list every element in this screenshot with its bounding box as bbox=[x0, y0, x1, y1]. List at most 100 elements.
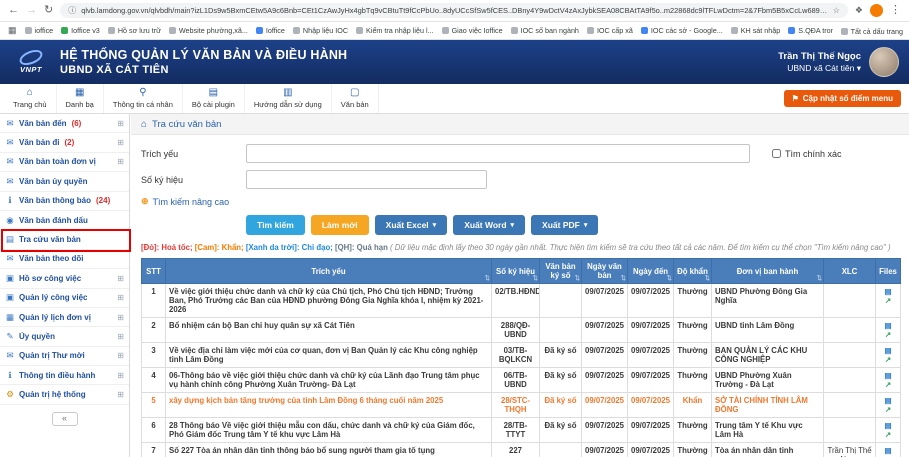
expand-icon[interactable]: ⊞ bbox=[117, 313, 124, 322]
reset-button[interactable]: Làm mới bbox=[311, 215, 369, 235]
expand-icon[interactable]: ⊞ bbox=[117, 332, 124, 341]
bookmark-item[interactable]: Ioffice v3 bbox=[61, 26, 100, 35]
expand-icon[interactable]: ⊞ bbox=[117, 351, 124, 360]
col-don-vi-ban-hanh[interactable]: Đơn vị ban hành⇅ bbox=[712, 259, 824, 284]
bookmark-item[interactable]: Kiểm tra nhập liệu l... bbox=[356, 26, 434, 35]
cell-trich-yeu[interactable]: Về việc giới thiệu chức danh và chữ ký c… bbox=[166, 284, 492, 318]
bookmark-item[interactable]: Giao việc Ioffice bbox=[442, 26, 503, 35]
col-so-ky-hieu[interactable]: Số ký hiệu⇅ bbox=[492, 259, 540, 284]
col-trich-yeu[interactable]: Trích yếu⇅ bbox=[166, 259, 492, 284]
export-pdf-button[interactable]: Xuất PDF▾ bbox=[531, 215, 598, 235]
sidebar-item-van-ban-uy-quyen[interactable]: ✉Văn bản ủy quyền bbox=[0, 172, 129, 191]
col-ngay-van-ban[interactable]: Ngày văn bản⇅ bbox=[582, 259, 628, 284]
expand-icon[interactable]: ⊞ bbox=[117, 274, 124, 283]
file-doc-icon[interactable]: ▤ bbox=[879, 396, 897, 405]
sort-icon[interactable]: ⇅ bbox=[485, 274, 490, 282]
sidebar-item-quan-tri-he-thong[interactable]: ⚙Quản trị hệ thống⊞ bbox=[0, 385, 129, 404]
file-share-icon[interactable]: ↗ bbox=[879, 380, 897, 389]
table-row[interactable]: 3 Về việc địa chỉ làm việc mới của cơ qu… bbox=[142, 343, 901, 368]
sidebar-item-uy-quyen[interactable]: ✎Ủy quyền⊞ bbox=[0, 327, 129, 346]
symbol-input[interactable] bbox=[246, 170, 487, 189]
export-word-button[interactable]: Xuất Word▾ bbox=[453, 215, 525, 235]
sidebar-item-van-ban-di[interactable]: ✉Văn bản đi(2)⊞ bbox=[0, 133, 129, 152]
bookmark-item[interactable]: IOC số ban ngành bbox=[511, 26, 579, 35]
sidebar-item-quan-ly-cong-viec[interactable]: ▣Quản lý công việc⊞ bbox=[0, 289, 129, 308]
col-van-ban-ky-so[interactable]: Văn bản ký số⇅ bbox=[540, 259, 582, 284]
back-icon[interactable]: ← bbox=[8, 5, 19, 16]
sidebar-item-tra-cuu-van-ban[interactable]: ▤Tra cứu văn bản bbox=[0, 230, 129, 249]
bookmark-star-icon[interactable]: ☆ bbox=[833, 6, 840, 15]
file-doc-icon[interactable]: ▤ bbox=[879, 421, 897, 430]
summary-input[interactable] bbox=[246, 144, 750, 163]
site-info-icon[interactable]: ⓘ bbox=[68, 5, 76, 16]
bookmark-item[interactable]: ioffice bbox=[25, 26, 54, 35]
file-doc-icon[interactable]: ▤ bbox=[879, 371, 897, 380]
table-row[interactable]: 6 28 Thông báo Về việc giới thiệu mẫu co… bbox=[142, 418, 901, 443]
file-doc-icon[interactable]: ▤ bbox=[879, 446, 897, 455]
file-doc-icon[interactable]: ▤ bbox=[879, 287, 897, 296]
bookmark-item[interactable]: Nhập liệu IOC bbox=[293, 26, 348, 35]
cell-trich-yeu[interactable]: xây dựng kịch bản tăng trưởng của tỉnh L… bbox=[166, 393, 492, 418]
nav-item-profile[interactable]: ⚲ Thông tin cá nhân bbox=[104, 84, 183, 113]
file-share-icon[interactable]: ↗ bbox=[879, 330, 897, 339]
nav-item-documents[interactable]: ▢ Văn bản bbox=[332, 84, 379, 113]
sort-icon[interactable]: ⇅ bbox=[575, 274, 580, 282]
file-share-icon[interactable]: ↗ bbox=[879, 355, 897, 364]
export-excel-button[interactable]: Xuất Excel▾ bbox=[375, 215, 448, 235]
user-avatar[interactable] bbox=[869, 47, 899, 77]
expand-icon[interactable]: ⊞ bbox=[117, 138, 124, 147]
bookmark-item[interactable]: Website phường,xã... bbox=[169, 26, 248, 35]
expand-icon[interactable]: ⊞ bbox=[117, 157, 124, 166]
sort-icon[interactable]: ⇅ bbox=[817, 274, 822, 282]
sidebar-item-van-ban-danh-dau[interactable]: ◉Văn bản đánh dấu bbox=[0, 211, 129, 230]
sort-icon[interactable]: ⇅ bbox=[667, 274, 672, 282]
exact-search-checkbox[interactable] bbox=[772, 149, 781, 158]
bookmark-item[interactable]: IOC cấp xã bbox=[587, 26, 633, 35]
file-share-icon[interactable]: ↗ bbox=[879, 405, 897, 414]
update-menu-button[interactable]: ⚑ Cập nhật số điểm menu bbox=[784, 90, 901, 107]
cell-trich-yeu[interactable]: 28 Thông báo Về việc giới thiệu mẫu con … bbox=[166, 418, 492, 443]
sidebar-item-van-ban-toan-don-vi[interactable]: ✉Văn bản toàn đơn vị⊞ bbox=[0, 153, 129, 172]
nav-item-contacts[interactable]: ▦ Danh bạ bbox=[57, 84, 104, 113]
col-ngay-den[interactable]: Ngày đến⇅ bbox=[628, 259, 674, 284]
sort-icon[interactable]: ⇅ bbox=[621, 274, 626, 282]
sort-icon[interactable]: ⇅ bbox=[533, 274, 538, 282]
browser-menu-icon[interactable]: ⋮ bbox=[890, 5, 901, 16]
sidebar-collapse-button[interactable]: « bbox=[52, 412, 78, 426]
nav-item-plugin[interactable]: ▤ Bộ cài plugin bbox=[183, 84, 245, 113]
cell-trich-yeu[interactable]: Bổ nhiệm cán bộ Ban chỉ huy quân sự xã C… bbox=[166, 318, 492, 343]
bookmark-item[interactable]: IOC các sở - Google... bbox=[641, 26, 723, 35]
browser-profile-avatar[interactable] bbox=[870, 4, 883, 17]
expand-icon[interactable]: ⊞ bbox=[117, 371, 124, 380]
nav-item-guide[interactable]: ▥ Hướng dẫn sử dụng bbox=[245, 84, 332, 113]
sidebar-item-quan-tri-thu-moi[interactable]: ✉Quản trị Thư mời⊞ bbox=[0, 347, 129, 366]
sidebar-item-ho-so-cong-viec[interactable]: ▣Hồ sơ công việc⊞ bbox=[0, 269, 129, 288]
exact-search-option[interactable]: Tìm chính xác bbox=[772, 149, 842, 159]
all-bookmarks-button[interactable]: Tất cả dấu trang bbox=[833, 22, 903, 40]
file-doc-icon[interactable]: ▤ bbox=[879, 321, 897, 330]
cell-trich-yeu[interactable]: 06-Thông báo về việc giới thiệu chức dan… bbox=[166, 368, 492, 393]
address-bar[interactable]: ⓘ qlvb.lamdong.gov.vn/qlvbdh/main?izL1Ds… bbox=[60, 3, 848, 18]
table-row[interactable]: 7 Số 227 Tòa án nhân dân tỉnh thông báo … bbox=[142, 443, 901, 457]
table-row[interactable]: 2 Bổ nhiệm cán bộ Ban chỉ huy quân sự xã… bbox=[142, 318, 901, 343]
sort-icon[interactable]: ⇅ bbox=[705, 274, 710, 282]
col-do-khan[interactable]: Độ khẩn⇅ bbox=[674, 259, 712, 284]
table-row[interactable]: 1 Về việc giới thiệu chức danh và chữ ký… bbox=[142, 284, 901, 318]
table-row-urgent[interactable]: 5 xây dựng kịch bản tăng trưởng của tỉnh… bbox=[142, 393, 901, 418]
sidebar-item-van-ban-theo-doi[interactable]: ✉Văn bản theo dõi bbox=[0, 250, 129, 269]
user-menu[interactable]: Trần Thị Thế Ngọc UBND xã Cát tiên ▾ bbox=[778, 47, 899, 77]
nav-item-home[interactable]: ⌂ Trang chủ bbox=[4, 84, 57, 113]
sidebar-item-thong-tin-dieu-hanh[interactable]: ℹThông tin điều hành⊞ bbox=[0, 366, 129, 385]
extensions-icon[interactable]: ❖ bbox=[855, 5, 863, 16]
search-button[interactable]: Tìm kiếm bbox=[246, 215, 305, 235]
sidebar-item-van-ban-den[interactable]: ✉Văn bản đến(6)⊞ bbox=[0, 114, 129, 133]
expand-icon[interactable]: ⊞ bbox=[117, 119, 124, 128]
file-share-icon[interactable]: ↗ bbox=[879, 430, 897, 439]
forward-icon[interactable]: → bbox=[26, 5, 37, 16]
cell-trich-yeu[interactable]: Số 227 Tòa án nhân dân tỉnh thông báo bổ… bbox=[166, 443, 492, 457]
table-row[interactable]: 4 06-Thông báo về việc giới thiệu chức d… bbox=[142, 368, 901, 393]
expand-icon[interactable]: ⊞ bbox=[117, 390, 124, 399]
bookmark-item[interactable]: Hồ sơ lưu trữ bbox=[108, 26, 161, 35]
cell-trich-yeu[interactable]: Về việc địa chỉ làm việc mới của cơ quan… bbox=[166, 343, 492, 368]
apps-grid-icon[interactable]: ▦ bbox=[8, 25, 17, 36]
